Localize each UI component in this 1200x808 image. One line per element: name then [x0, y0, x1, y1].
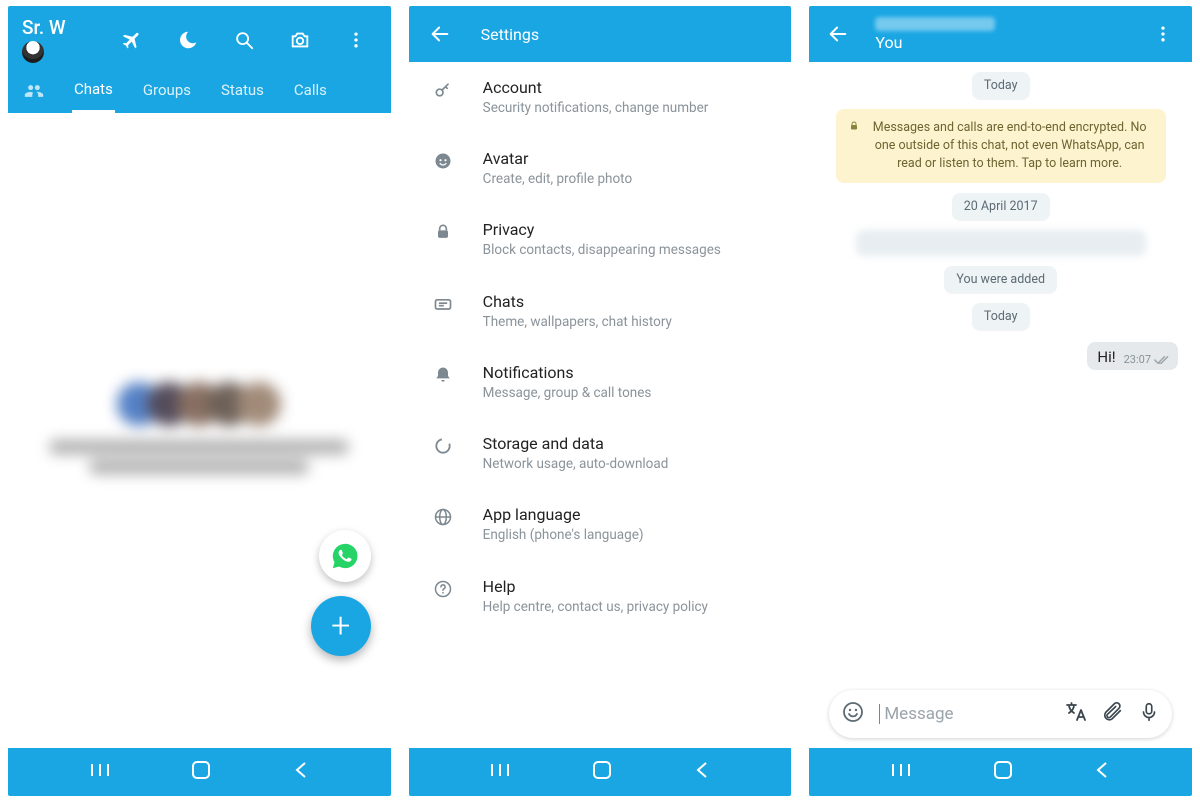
translate-icon[interactable] — [1064, 700, 1088, 728]
tab-status[interactable]: Status — [219, 71, 266, 111]
chat-subtitle: You — [875, 33, 995, 52]
tab-chats[interactable]: Chats — [72, 70, 115, 113]
lock-icon — [429, 220, 457, 242]
camera-icon[interactable] — [283, 23, 317, 57]
settings-item-title: Storage and data — [483, 434, 669, 453]
mic-icon[interactable] — [1138, 701, 1160, 727]
date-separator: Today — [972, 72, 1030, 99]
settings-item-title: App language — [483, 505, 644, 524]
attach-icon[interactable] — [1102, 701, 1124, 727]
face-icon — [429, 149, 457, 171]
settings-item-desc: Block contacts, disappearing messages — [483, 241, 721, 259]
settings-item-storage[interactable]: Storage and data Network usage, auto-down… — [409, 418, 792, 489]
nav-back-icon[interactable] — [694, 761, 710, 783]
encryption-notice[interactable]: Messages and calls are end-to-end encryp… — [836, 109, 1166, 183]
settings-item-desc: Create, edit, profile photo — [483, 170, 633, 188]
key-icon — [429, 78, 457, 100]
settings-item-title: Notifications — [483, 363, 652, 382]
system-message: You were added — [944, 266, 1057, 293]
screen-chats: Sr. W — [8, 6, 391, 796]
settings-item-account[interactable]: Account Security notifications, change nu… — [409, 62, 792, 133]
date-separator: Today — [972, 303, 1030, 330]
chats-header: Sr. W — [8, 6, 391, 113]
nav-recents-icon[interactable] — [490, 762, 510, 782]
tab-calls[interactable]: Calls — [292, 71, 329, 111]
settings-list: Account Security notifications, change nu… — [409, 62, 792, 748]
outgoing-message[interactable]: Hi! 23:07 — [1087, 342, 1178, 370]
chat-icon — [429, 292, 457, 314]
new-chat-fab[interactable]: + — [311, 596, 371, 656]
avatar[interactable] — [22, 41, 44, 63]
globe-icon — [429, 505, 457, 527]
emoji-icon[interactable] — [841, 700, 865, 728]
settings-header: Settings — [409, 6, 792, 62]
double-check-icon — [1154, 355, 1170, 365]
chat-title-area[interactable]: You — [875, 17, 995, 52]
android-navbar — [809, 748, 1192, 796]
chats-body: + — [8, 113, 391, 748]
tab-groups[interactable]: Groups — [141, 71, 193, 111]
back-icon[interactable] — [423, 17, 457, 51]
contacts-icon[interactable] — [22, 81, 46, 101]
moon-icon[interactable] — [171, 23, 205, 57]
data-icon — [429, 434, 457, 456]
settings-item-desc: English (phone's language) — [483, 526, 644, 544]
android-navbar — [409, 748, 792, 796]
more-icon[interactable] — [339, 23, 373, 57]
chat-body: Today Messages and calls are end-to-end … — [809, 62, 1192, 748]
settings-item-desc: Help centre, contact us, privacy policy — [483, 598, 708, 616]
back-icon[interactable] — [821, 17, 855, 51]
settings-item-desc: Message, group & call tones — [483, 384, 652, 402]
settings-item-help[interactable]: Help Help centre, contact us, privacy pol… — [409, 561, 792, 632]
settings-item-privacy[interactable]: Privacy Block contacts, disappearing mess… — [409, 204, 792, 275]
screen-chat: You Today Messages and calls are end-to-… — [809, 6, 1192, 796]
chat-header: You — [809, 6, 1192, 62]
nav-back-icon[interactable] — [293, 761, 309, 783]
help-icon — [429, 577, 457, 599]
settings-item-desc: Theme, wallpapers, chat history — [483, 313, 672, 331]
settings-item-title: Account — [483, 78, 709, 97]
message-input[interactable]: Message — [879, 704, 1050, 724]
settings-item-title: Privacy — [483, 220, 721, 239]
search-icon[interactable] — [227, 23, 261, 57]
nav-back-icon[interactable] — [1094, 761, 1110, 783]
settings-item-title: Chats — [483, 292, 672, 311]
settings-item-desc: Network usage, auto-download — [483, 455, 669, 473]
lock-icon — [848, 120, 860, 132]
empty-state-blurred — [49, 382, 349, 480]
settings-title: Settings — [481, 25, 539, 44]
chat-title-blurred — [875, 17, 995, 31]
nav-recents-icon[interactable] — [891, 762, 911, 782]
date-separator: 20 April 2017 — [952, 193, 1050, 220]
encryption-text: Messages and calls are end-to-end encryp… — [866, 119, 1154, 173]
tab-bar: Chats Groups Status Calls — [8, 69, 391, 113]
settings-item-desc: Security notifications, change number — [483, 99, 709, 117]
airplane-icon[interactable] — [115, 23, 149, 57]
nav-home-icon[interactable] — [993, 760, 1013, 784]
settings-item-avatar[interactable]: Avatar Create, edit, profile photo — [409, 133, 792, 204]
more-icon[interactable] — [1146, 17, 1180, 51]
message-text: Hi! — [1097, 348, 1115, 366]
nav-recents-icon[interactable] — [90, 762, 110, 782]
message-input-bar: Message — [829, 690, 1172, 738]
android-navbar — [8, 748, 391, 796]
settings-item-language[interactable]: App language English (phone's language) — [409, 489, 792, 560]
settings-item-title: Avatar — [483, 149, 633, 168]
blurred-message — [856, 230, 1146, 256]
whatsapp-fab[interactable] — [319, 530, 371, 582]
settings-item-notifications[interactable]: Notifications Message, group & call tones — [409, 347, 792, 418]
settings-item-chats[interactable]: Chats Theme, wallpapers, chat history — [409, 276, 792, 347]
screen-settings: Settings Account Security notifications, … — [409, 6, 792, 796]
message-time: 23:07 — [1124, 353, 1151, 366]
user-name: Sr. W — [22, 16, 66, 39]
nav-home-icon[interactable] — [592, 760, 612, 784]
bell-icon — [429, 363, 457, 385]
nav-home-icon[interactable] — [191, 760, 211, 784]
settings-item-title: Help — [483, 577, 708, 596]
